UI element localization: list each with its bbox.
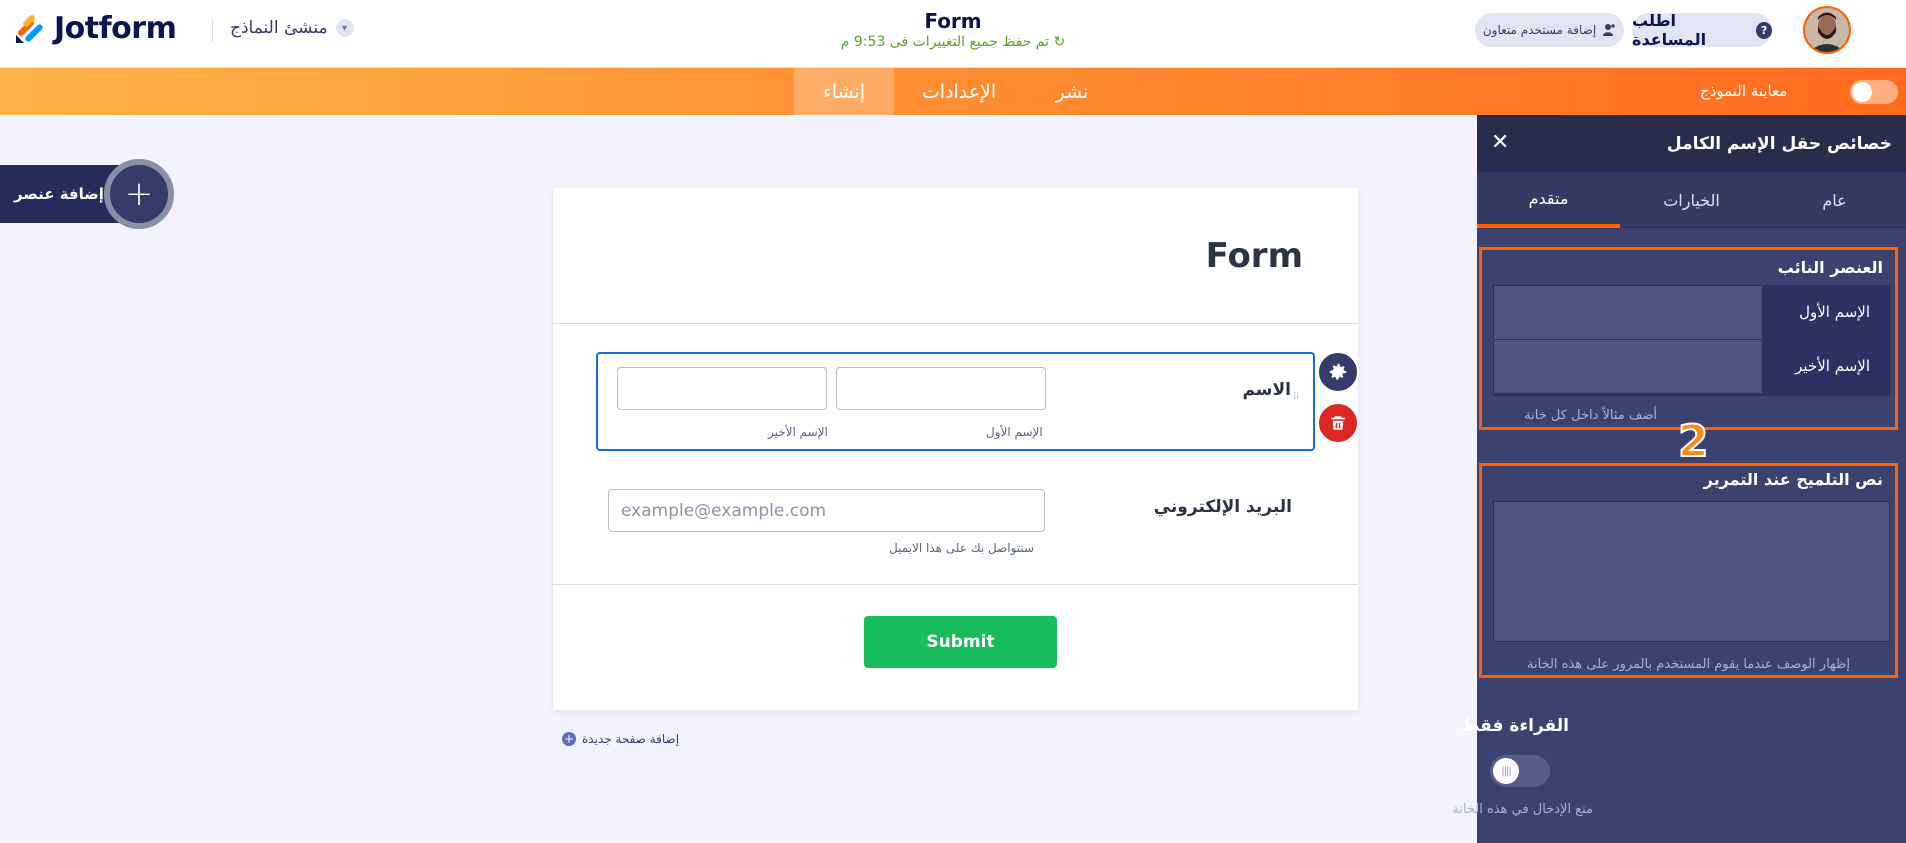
help-icon: ?: [1756, 21, 1772, 39]
save-status-text: تم حفظ جميع التغييرات فى 9:53 م: [840, 34, 1050, 50]
first-name-input[interactable]: [836, 367, 1046, 410]
last-name-placeholder-input[interactable]: [1494, 340, 1762, 393]
help-button[interactable]: اطلب المساعدة ?: [1632, 11, 1772, 49]
top-header: Jotform منشئ النماذج ▾ Form تم حفظ جميع …: [0, 0, 1906, 68]
placeholder-row-label: الإسم الأول: [1799, 303, 1870, 321]
tab-settings[interactable]: الإعدادات: [894, 68, 1024, 115]
divider: [553, 584, 1358, 585]
placeholder-row: الإسم الأول: [1493, 286, 1890, 339]
placeholder-help-text: أضف مثالاً داخل كل خانة: [1524, 408, 1657, 423]
hover-text-help: إظهار الوصف عندما يقوم المستخدم بالمرور …: [1527, 657, 1850, 672]
add-new-page-button[interactable]: + إضافة صفحة جديدة: [562, 732, 679, 746]
last-name-input[interactable]: [617, 367, 827, 410]
avatar[interactable]: [1803, 6, 1851, 54]
gear-icon: [1329, 363, 1347, 380]
trash-icon: [1331, 416, 1345, 430]
form-heading[interactable]: Form: [1206, 236, 1303, 276]
step-number-annotation: 2: [1677, 416, 1710, 467]
email-placeholder: example@example.com: [621, 500, 827, 521]
help-button-label: اطلب المساعدة: [1632, 11, 1707, 49]
panel-tabs: متقدم الخيارات عام: [1477, 172, 1906, 228]
plus-circle-icon: +: [562, 732, 576, 746]
form-canvas: Form الاسم ⁞⁞ الإسم الأول الإسم الأخير ا…: [553, 188, 1358, 710]
placeholder-section-title: العنصر النائب: [1777, 258, 1883, 277]
add-collaborator-label: إضافة مستخدم متعاون: [1482, 23, 1597, 37]
submit-button[interactable]: Submit: [864, 616, 1057, 668]
read-only-title: القراءة فقط: [1461, 716, 1569, 736]
tab-advanced[interactable]: متقدم: [1477, 172, 1620, 228]
placeholder-table: الإسم الأول الإسم الأخير: [1493, 285, 1890, 396]
toggle-knob: [1852, 82, 1872, 102]
tab-create[interactable]: إنشاء: [794, 68, 894, 115]
hover-text-section-title: نص التلميح عند التمرير: [1703, 470, 1883, 489]
email-field-label: البريد الإلكتروني: [1153, 497, 1292, 517]
hover-text-textarea[interactable]: [1493, 501, 1890, 642]
placeholder-row: الإسم الأخير: [1493, 340, 1890, 393]
tab-general[interactable]: عام: [1763, 172, 1906, 228]
toggle-knob: ||||: [1493, 758, 1519, 784]
divider: [553, 323, 1358, 324]
drag-handle-icon[interactable]: ⁞⁞: [1293, 392, 1303, 410]
preview-form-toggle[interactable]: [1850, 80, 1898, 104]
add-page-label: إضافة صفحة جديدة: [582, 732, 680, 746]
placeholder-row-label: الإسم الأخير: [1795, 357, 1870, 375]
email-sublabel: سنتواصل بك على هذا الايميل: [889, 541, 1035, 555]
read-only-help: منع الإدخال في هذه الخانة: [1452, 802, 1593, 817]
delete-field-button[interactable]: [1317, 402, 1359, 444]
plus-icon[interactable]: +: [104, 159, 174, 229]
close-icon[interactable]: ✕: [1491, 130, 1509, 155]
tab-options[interactable]: الخيارات: [1620, 172, 1763, 228]
panel-header: ✕ خصائص حقل الإسم الكامل: [1477, 115, 1906, 172]
read-only-toggle[interactable]: ||||: [1490, 755, 1550, 787]
email-input[interactable]: example@example.com: [608, 489, 1045, 532]
panel-title: خصائص حقل الإسم الكامل: [1666, 134, 1892, 154]
tab-publish[interactable]: نشر: [1024, 68, 1120, 115]
last-name-sublabel: الإسم الأخير: [768, 425, 828, 439]
add-user-icon: [1602, 23, 1616, 37]
refresh-icon: ↻: [1053, 34, 1066, 50]
add-collaborator-button[interactable]: إضافة مستخدم متعاون: [1475, 13, 1624, 47]
field-settings-button[interactable]: [1317, 351, 1359, 393]
first-name-sublabel: الإسم الأول: [986, 425, 1043, 439]
first-name-placeholder-input[interactable]: [1494, 286, 1762, 339]
add-element-label: إضافة عنصر: [14, 185, 104, 203]
name-field-label: الاسم: [1242, 380, 1291, 400]
full-name-field[interactable]: الاسم ⁞⁞ الإسم الأول الإسم الأخير: [596, 352, 1315, 451]
preview-form-label: معاينة النموذج: [1700, 82, 1788, 100]
builder-navbar: إنشاء الإعدادات نشر معاينة النموذج: [0, 68, 1906, 115]
